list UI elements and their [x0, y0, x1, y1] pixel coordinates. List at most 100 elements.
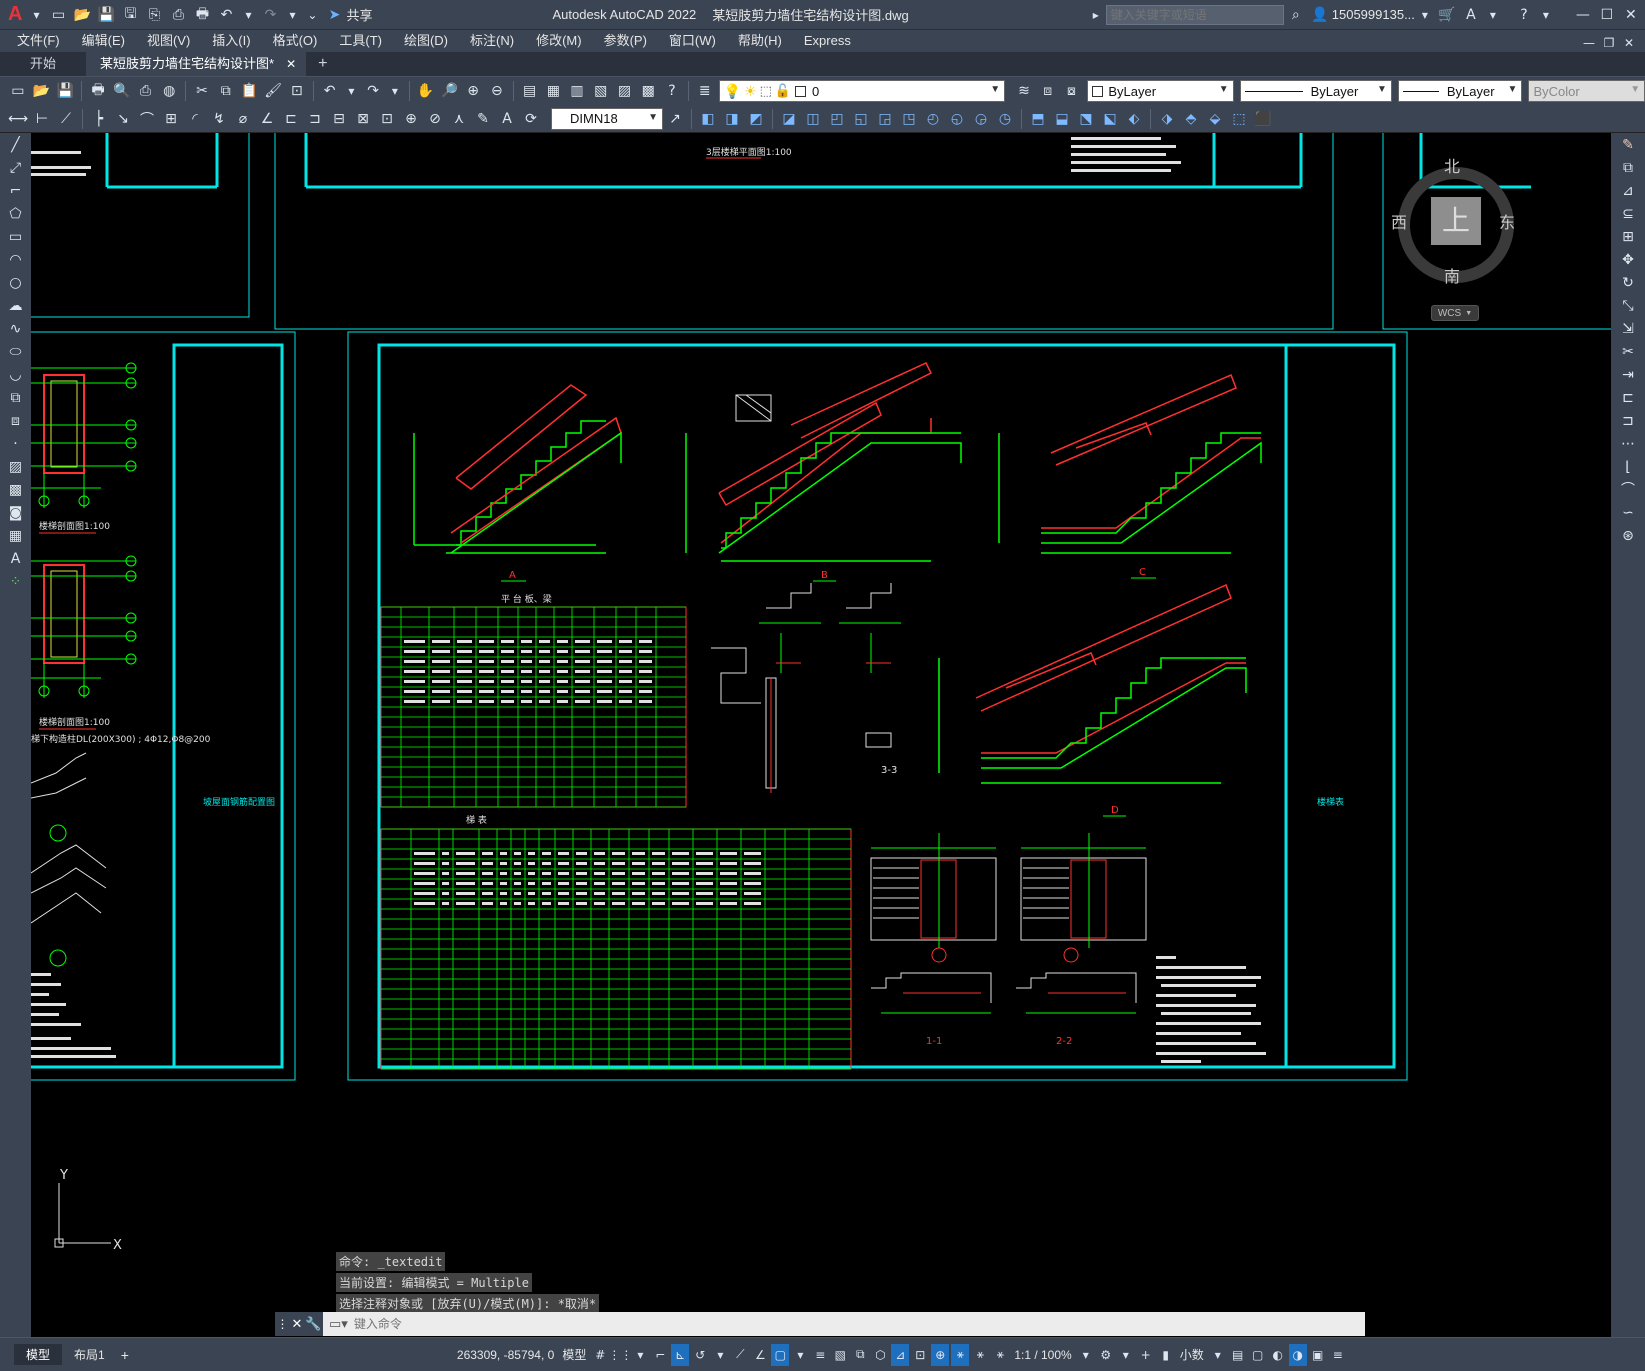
linear-dim-icon[interactable]: ⊢ [31, 108, 53, 130]
zoom-window-icon[interactable]: ⊕ [462, 80, 484, 102]
rotate-icon[interactable]: ↻ [1616, 272, 1640, 294]
make-block-icon[interactable]: ⧈ [4, 410, 28, 432]
tab-model[interactable]: 模型 [14, 1344, 63, 1365]
separate-icon[interactable]: ⬔ [1075, 108, 1097, 130]
app-logo[interactable]: A [8, 3, 22, 26]
dim-angular-icon[interactable]: ∠ [256, 108, 278, 130]
osnap-icon[interactable]: ▢ [771, 1343, 790, 1366]
maximize-icon[interactable]: ☐ [1596, 4, 1618, 26]
menu-item[interactable]: Express [793, 30, 862, 52]
share-button[interactable]: 共享 [346, 5, 372, 24]
break-at-point-icon[interactable]: ⊏ [1616, 387, 1640, 409]
viewcube-north[interactable]: 北 [1444, 153, 1460, 177]
add-selected-icon[interactable]: ⁘ [4, 571, 28, 593]
quick-dim-icon[interactable]: ⟷ [7, 108, 29, 130]
ortho-icon[interactable]: ⊾ [671, 1343, 690, 1366]
color-faces-icon[interactable]: ◵ [946, 108, 968, 130]
infer-icon[interactable]: ⌐ [651, 1344, 669, 1366]
matchprop-icon[interactable]: 🖌 [262, 80, 284, 102]
menu-item[interactable]: 格式(O) [262, 30, 329, 52]
user-icon[interactable]: 👤 [1309, 4, 1331, 26]
menu-item[interactable]: 视图(V) [136, 30, 201, 52]
hatch-icon[interactable]: ▨ [4, 456, 28, 478]
transparency-icon[interactable]: ▧ [831, 1344, 849, 1366]
redo-chevron-icon[interactable]: ▾ [283, 4, 301, 26]
viewcube-west[interactable]: 西 [1391, 209, 1407, 233]
point-icon[interactable]: · [4, 433, 28, 455]
quick-properties-icon[interactable]: ▤ [1229, 1344, 1247, 1366]
center-mark-icon[interactable]: ⊕ [400, 108, 422, 130]
markup-icon[interactable]: ▨ [614, 80, 636, 102]
user-chevron-icon[interactable]: ▾ [1416, 4, 1434, 26]
menu-item[interactable]: 工具(T) [328, 30, 393, 52]
selection-filter-icon[interactable]: ⊡ [911, 1344, 929, 1366]
command-input[interactable] [353, 1313, 1365, 1335]
annotation-scale-icon[interactable]: ⚹ [991, 1344, 1009, 1366]
calculator-icon[interactable]: ▩ [637, 80, 659, 102]
torus-icon[interactable]: ⬛ [1252, 108, 1274, 130]
wedge-icon[interactable]: ⬙ [1204, 108, 1226, 130]
block-editor-icon[interactable]: ⊡ [286, 80, 308, 102]
app-menu-chevron-icon[interactable]: ▾ [27, 4, 45, 26]
offset-icon[interactable]: ⊆ [1616, 203, 1640, 225]
minimize-icon[interactable]: — [1572, 4, 1594, 26]
table-icon[interactable]: ▦ [4, 525, 28, 547]
publish-icon[interactable]: ⎙ [167, 4, 189, 26]
imprint-icon[interactable]: ⬒ [1027, 108, 1049, 130]
design-center-icon[interactable]: ▦ [542, 80, 564, 102]
menu-item[interactable]: 插入(I) [201, 30, 261, 52]
annotation-monitor-plus-icon[interactable]: + [1137, 1344, 1155, 1366]
mirror-icon[interactable]: ⊿ [1616, 180, 1640, 202]
save-tb-icon[interactable]: 💾 [54, 80, 76, 102]
units-value[interactable]: 小数 [1180, 1346, 1204, 1363]
dim-aligned-icon[interactable]: ↘ [112, 108, 134, 130]
spline-icon[interactable]: ∿ [4, 318, 28, 340]
menu-item[interactable]: 编辑(E) [71, 30, 136, 52]
union-icon[interactable]: ◧ [697, 108, 719, 130]
construction-line-icon[interactable]: ⤢ [4, 157, 28, 179]
help-tb-icon[interactable]: ? [661, 80, 683, 102]
layer-state-icon[interactable]: ⧇ [1061, 80, 1083, 102]
customize-status-icon[interactable]: ≡ [1329, 1344, 1347, 1366]
insert-block-icon[interactable]: ⧉ [4, 387, 28, 409]
menu-item[interactable]: 文件(F) [6, 30, 71, 52]
gradient-icon[interactable]: ▩ [4, 479, 28, 501]
autodesk-app-icon[interactable]: A [1460, 4, 1482, 26]
sphere-icon[interactable]: ⬚ [1228, 108, 1250, 130]
layer-dropdown[interactable]: 💡 ☀ ⬚ 🔓 0 ▼ [718, 80, 1006, 102]
dim-update-icon[interactable]: ⟳ [520, 108, 542, 130]
selection-cycling-icon[interactable]: ⧉ [851, 1344, 869, 1366]
isolate-objects-icon[interactable]: ◐ [1269, 1344, 1287, 1366]
color-edges-icon[interactable]: ◷ [994, 108, 1016, 130]
command-grip-icon[interactable]: ⋮ [276, 1317, 288, 1331]
dimtedit-icon[interactable]: A [496, 108, 518, 130]
help-icon[interactable]: ? [1513, 4, 1535, 26]
clean-icon[interactable]: ⬓ [1051, 108, 1073, 130]
array-icon[interactable]: ⊞ [1616, 226, 1640, 248]
inspect-icon[interactable]: ⊘ [424, 108, 446, 130]
workspace-chevron-icon[interactable]: ▾ [1117, 1344, 1135, 1366]
move-icon[interactable]: ✥ [1616, 249, 1640, 271]
menu-item[interactable]: 标注(N) [459, 30, 525, 52]
offset-faces-icon[interactable]: ◰ [826, 108, 848, 130]
coordinates[interactable]: 263309, -85794, 0 [457, 1348, 554, 1362]
ellipse-arc-icon[interactable]: ◡ [4, 364, 28, 386]
annotation-scale-value[interactable]: 1:1 / 100% [1014, 1348, 1071, 1362]
drawing-canvas[interactable]: 3层楼梯平面图1:100 坡屋面钢筋配置图 楼梯剖面图1:100 楼梯剖面图1:… [31, 133, 1611, 1337]
wcs-menu[interactable]: WCS ▼ [1431, 305, 1479, 321]
add-layout-plus-icon[interactable]: + [121, 1347, 129, 1363]
dim-space-icon[interactable]: ⊟ [328, 108, 350, 130]
command-customize-icon[interactable]: 🔧 [305, 1316, 321, 1332]
cylinder-icon[interactable]: ⬘ [1180, 108, 1202, 130]
intersect-icon[interactable]: ◩ [745, 108, 767, 130]
extend-icon[interactable]: ⇥ [1616, 364, 1640, 386]
jogged-linear-icon[interactable]: ⋏ [448, 108, 470, 130]
menu-item[interactable]: 帮助(H) [727, 30, 793, 52]
dim-linear-icon[interactable]: ┝ [88, 108, 110, 130]
layer-lock-icon[interactable]: 🔓 [775, 83, 791, 99]
region-icon[interactable]: ◙ [4, 502, 28, 524]
arc-icon[interactable]: ◠ [4, 249, 28, 271]
scale-chevron-icon[interactable]: ▾ [1077, 1344, 1095, 1366]
web-open-icon[interactable]: ⎘ [143, 4, 165, 26]
erase-icon[interactable]: ✎ [1616, 134, 1640, 156]
